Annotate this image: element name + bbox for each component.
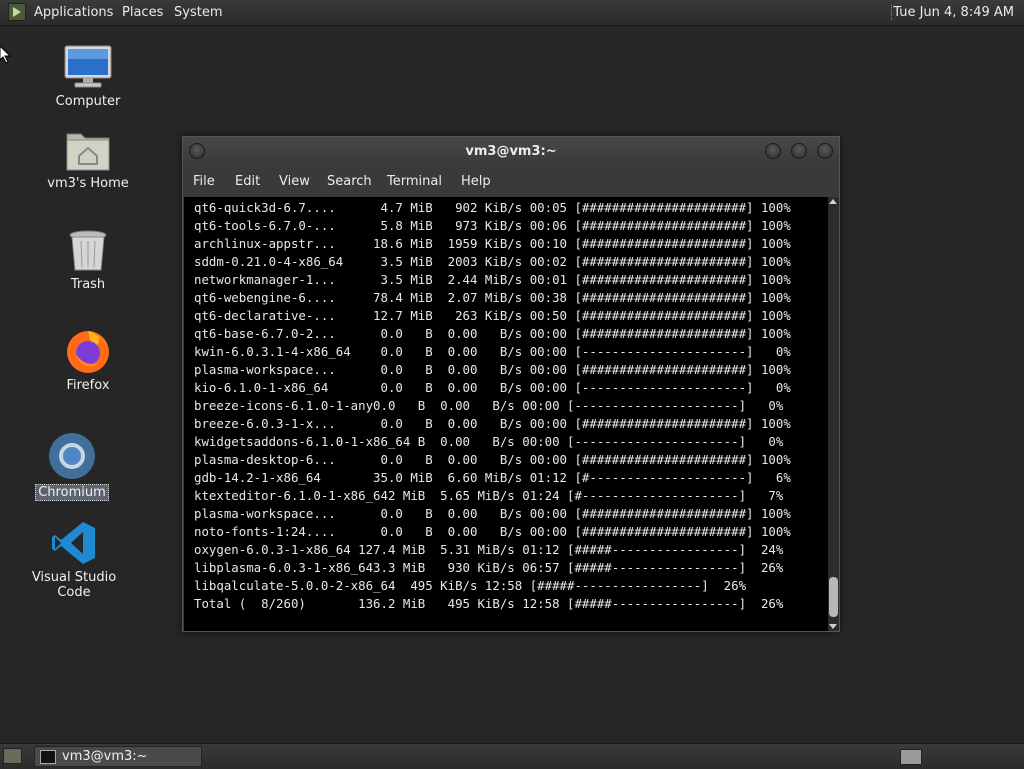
home-folder-icon [65,128,111,172]
terminal-line: ktexteditor-6.1.0-1-x86_642 MiB 5.65 MiB… [194,488,784,503]
terminal-line: archlinux-appstr... 18.6 MiB 1959 KiB/s … [194,236,791,251]
desktop-icon-vscode[interactable]: Visual Studio Code [14,520,134,600]
menu-help[interactable]: Help [461,167,491,197]
terminal-line: qt6-webengine-6.... 78.4 MiB 2.07 MiB/s … [194,290,791,305]
menu-edit[interactable]: Edit [235,167,260,197]
terminal-line: noto-fonts-1:24.... 0.0 B 0.00 B/s 00:00… [194,524,791,539]
mouse-cursor-icon [0,46,12,64]
scroll-up-arrow-icon[interactable] [829,199,837,204]
workspace-switcher[interactable] [900,749,922,765]
maximize-button[interactable] [791,143,807,159]
terminal-line: qt6-declarative-... 12.7 MiB 263 KiB/s 0… [194,308,791,323]
window-title: vm3@vm3:~ [465,144,557,159]
terminal-lines: qt6-quick3d-6.7.... 4.7 MiB 902 KiB/s 00… [194,199,791,613]
bottom-panel: vm3@vm3:~ [0,743,1024,769]
terminal-line: networkmanager-1... 3.5 MiB 2.44 MiB/s 0… [194,272,791,287]
window-titlebar[interactable]: vm3@vm3:~ [183,137,839,167]
terminal-line: breeze-icons-6.1.0-1-any0.0 B 0.00 B/s 0… [194,398,784,413]
terminal-icon [40,750,56,764]
terminal-line: plasma-desktop-6... 0.0 B 0.00 B/s 00:00… [194,452,791,467]
desktop-icon-label: Computer [55,94,121,109]
menu-view[interactable]: View [279,167,310,197]
terminal-output[interactable]: qt6-quick3d-6.7.... 4.7 MiB 902 KiB/s 00… [184,197,828,631]
taskbar-item-label: vm3@vm3:~ [62,749,148,764]
terminal-line: qt6-tools-6.7.0-... 5.8 MiB 973 KiB/s 00… [194,218,791,233]
menu-file[interactable]: File [193,167,215,197]
terminal-window[interactable]: vm3@vm3:~ File Edit View Search Terminal… [182,136,840,632]
chromium-icon [47,432,97,480]
computer-icon [63,44,113,90]
scrollbar-thumb[interactable] [829,577,838,617]
system-menu[interactable]: System [174,0,222,25]
desktop-icon-firefox[interactable]: Firefox [48,326,128,393]
terminal-line: qt6-quick3d-6.7.... 4.7 MiB 902 KiB/s 00… [194,200,791,215]
menu-terminal[interactable]: Terminal [387,167,442,197]
desktop-icon-chromium[interactable]: Chromium [32,432,112,501]
window-menu-button[interactable] [189,143,205,159]
places-menu[interactable]: Places [122,0,163,25]
terminal-line: kwidgetsaddons-6.1.0-1-x86_64 B 0.00 B/s… [194,434,784,449]
terminal-line: gdb-14.2-1-x86_64 35.0 MiB 6.60 MiB/s 01… [194,470,791,485]
desktop-icon-label: Firefox [66,378,110,393]
desktop-icon-label: Trash [70,277,106,292]
terminal-line: breeze-6.0.3-1-x... 0.0 B 0.00 B/s 00:00… [194,416,791,431]
desktop-icon-home[interactable]: vm3's Home [43,128,133,191]
terminal-line: plasma-workspace... 0.0 B 0.00 B/s 00:00… [194,362,791,377]
taskbar-item-terminal[interactable]: vm3@vm3:~ [34,746,202,767]
minimize-button[interactable] [765,143,781,159]
terminal-line: libplasma-6.0.3-1-x86_643.3 MiB 930 KiB/… [194,560,784,575]
terminal-scrollbar[interactable] [828,197,839,631]
desktop-icon-label: vm3's Home [47,176,129,191]
desktop-icon-label: Chromium [35,484,109,501]
terminal-line: kwin-6.0.3.1-4-x86_64 0.0 B 0.00 B/s 00:… [194,344,791,359]
clock[interactable]: Tue Jun 4, 8:49 AM [893,0,1014,25]
top-panel: Applications Places System Tue Jun 4, 8:… [0,0,1024,26]
desktop-icon-label: Visual Studio Code [31,570,117,600]
show-desktop-icon[interactable] [3,748,22,764]
firefox-icon [64,326,112,374]
terminal-line: plasma-workspace... 0.0 B 0.00 B/s 00:00… [194,506,791,521]
vscode-icon [51,520,97,566]
terminal-line: qt6-base-6.7.0-2... 0.0 B 0.00 B/s 00:00… [194,326,791,341]
applications-menu-icon[interactable] [8,3,26,21]
terminal-line: sddm-0.21.0-4-x86_64 3.5 MiB 2003 KiB/s … [194,254,791,269]
terminal-line: libqalculate-5.0.0-2-x86_64 495 KiB/s 12… [194,578,747,593]
terminal-line: oxygen-6.0.3-1-x86_64 127.4 MiB 5.31 MiB… [194,542,784,557]
applications-menu[interactable]: Applications [34,0,113,25]
terminal-line: Total ( 8/260) 136.2 MiB 495 KiB/s 12:58… [194,596,784,611]
desktop-icon-trash[interactable]: Trash [48,229,128,292]
terminal-line: kio-6.1.0-1-x86_64 0.0 B 0.00 B/s 00:00 … [194,380,791,395]
scroll-down-arrow-icon[interactable] [829,624,837,629]
terminal-menubar: File Edit View Search Terminal Help [183,167,839,197]
menu-search[interactable]: Search [327,167,372,197]
desktop-icon-computer[interactable]: Computer [48,44,128,109]
trash-icon [68,229,108,273]
close-button[interactable] [817,143,833,159]
